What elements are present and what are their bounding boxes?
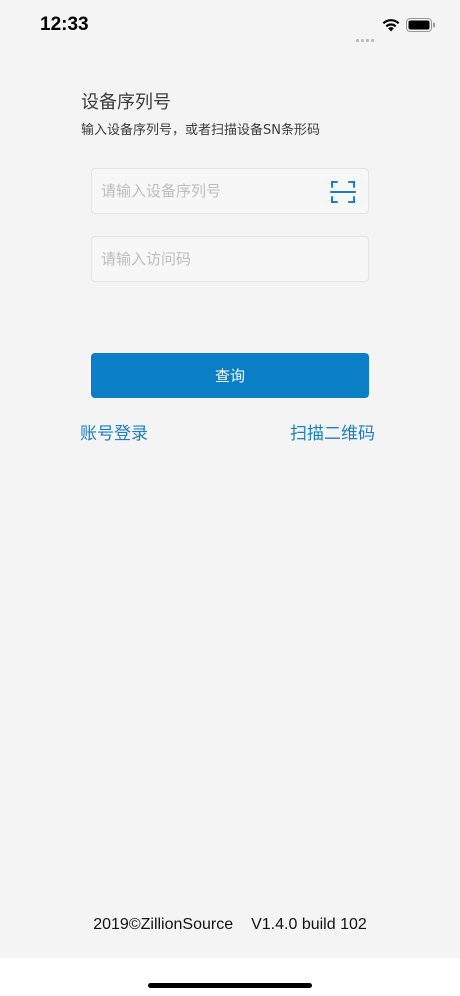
footer: 2019©ZillionSource V1.4.0 build 102 <box>0 916 460 934</box>
battery-icon <box>406 18 435 32</box>
serial-number-hint: 输入设备序列号，或者扫描设备SN条形码 <box>81 123 320 138</box>
scan-qr-code-link[interactable]: 扫描二维码 <box>290 419 375 444</box>
serial-number-input[interactable] <box>101 169 321 213</box>
access-code-input[interactable] <box>101 237 321 281</box>
version-text: V1.4.0 build 102 <box>251 916 367 933</box>
wifi-icon <box>382 19 400 32</box>
cellular-signal-icon <box>356 27 376 46</box>
home-indicator-area <box>0 958 460 996</box>
account-login-link[interactable]: 账号登录 <box>80 419 148 444</box>
serial-number-field <box>91 168 369 214</box>
query-button[interactable]: 查询 <box>91 353 369 398</box>
home-indicator[interactable] <box>148 983 312 988</box>
copyright-text: 2019©ZillionSource <box>93 916 234 933</box>
access-code-field <box>91 236 369 282</box>
status-bar: 12:33 <box>0 0 460 52</box>
serial-number-title: 设备序列号 <box>81 92 171 113</box>
scan-barcode-icon[interactable] <box>330 179 356 205</box>
status-time: 12:33 <box>40 14 89 35</box>
